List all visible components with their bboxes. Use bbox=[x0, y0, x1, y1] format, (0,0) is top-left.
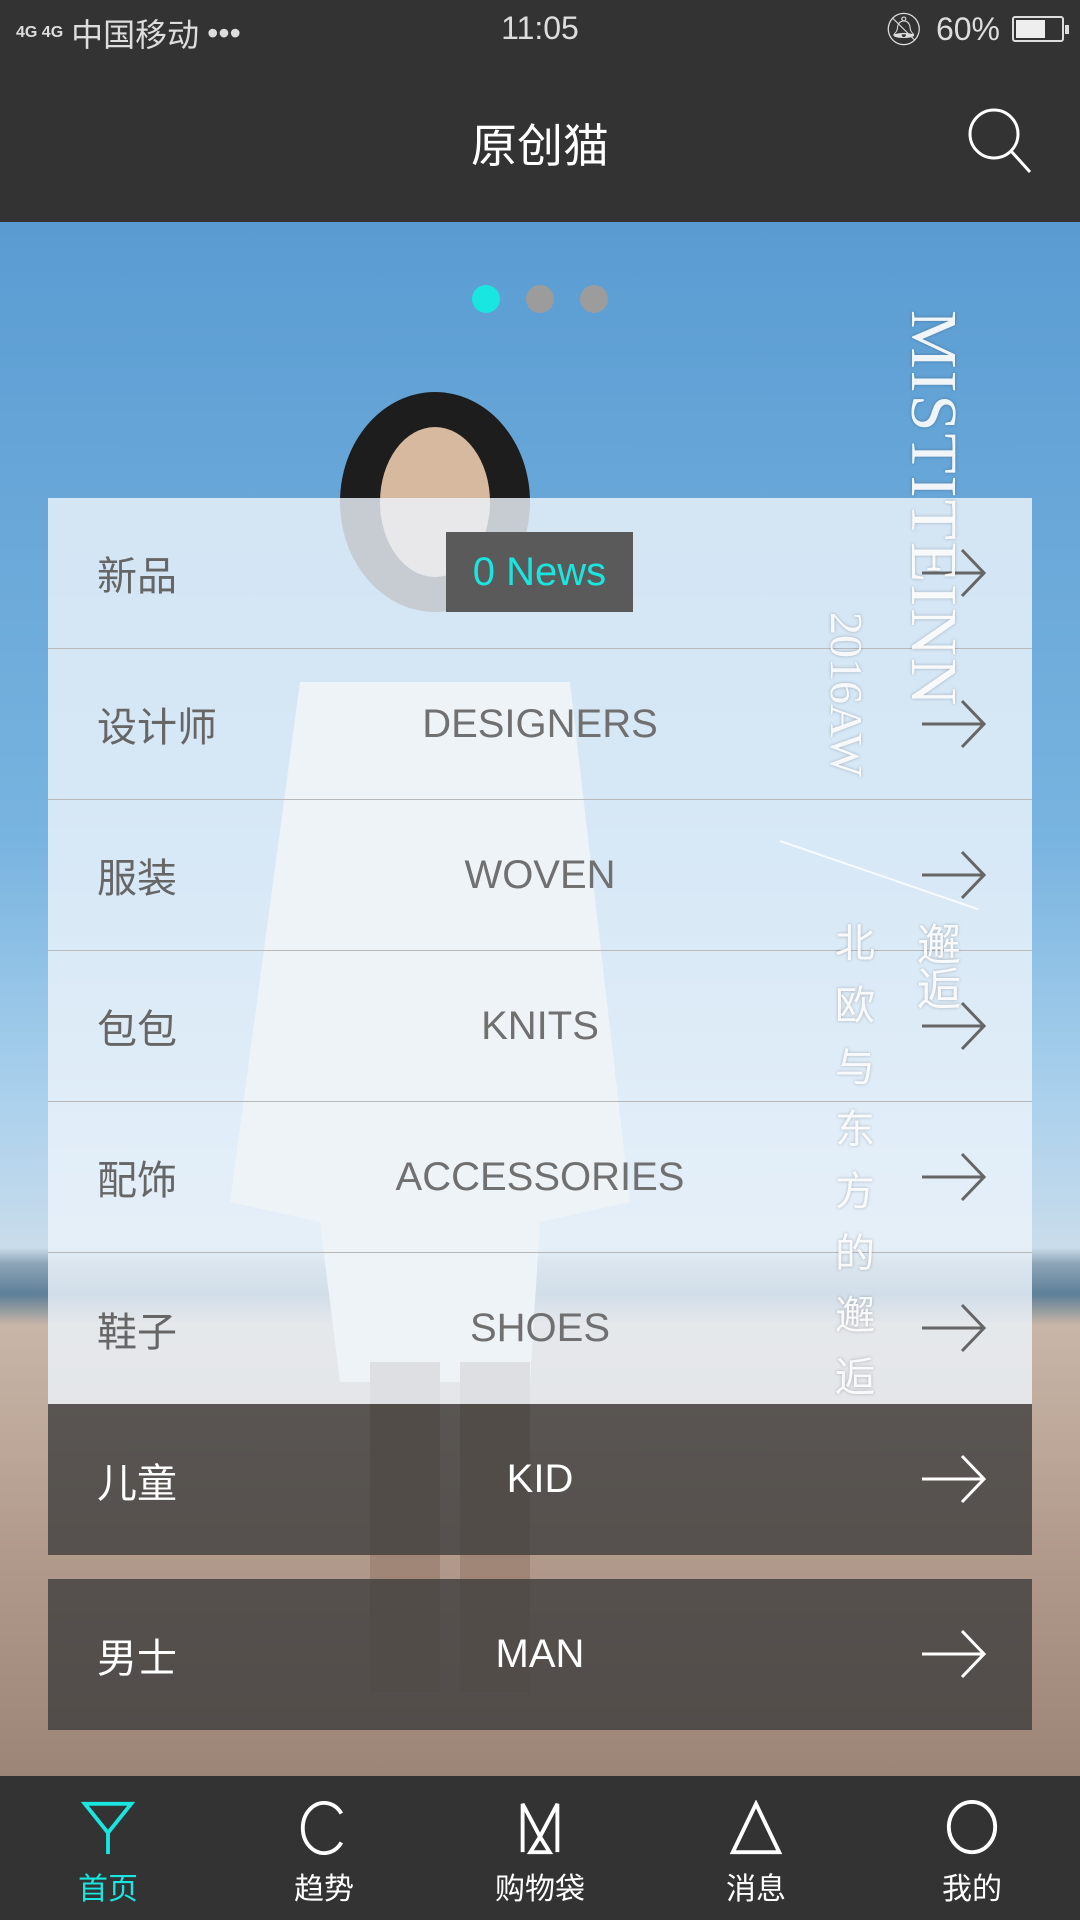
bell-muted-icon: 🔕︎ bbox=[883, 11, 924, 47]
arrow-right-icon bbox=[922, 699, 986, 749]
circle-icon bbox=[946, 1800, 998, 1855]
tab-2[interactable]: 购物袋 bbox=[432, 1776, 648, 1920]
menu-item-en: KID bbox=[506, 1457, 574, 1501]
menu-item-designers[interactable]: 设计师 DESIGNERS bbox=[48, 649, 1032, 800]
carousel-dot[interactable] bbox=[580, 285, 608, 313]
arrow-right-icon bbox=[922, 1001, 986, 1051]
carousel-dot[interactable] bbox=[526, 285, 554, 313]
tab-label: 我的 bbox=[942, 1873, 1002, 1906]
bottom-nav: 首页 趋势 购物袋 消息 我的 bbox=[0, 1776, 1080, 1920]
menu-item-accessories[interactable]: 配饰 ACCESSORIES bbox=[48, 1102, 1032, 1253]
battery-percent: 60% bbox=[935, 10, 1000, 47]
menu-item-en: ACCESSORIES bbox=[395, 1154, 685, 1199]
tab-1[interactable]: 趋势 bbox=[216, 1776, 432, 1920]
carousel-indicator bbox=[0, 285, 1080, 313]
battery-icon bbox=[1012, 16, 1069, 42]
y-icon bbox=[80, 1801, 136, 1855]
m-icon bbox=[520, 1802, 560, 1855]
tab-4[interactable]: 我的 bbox=[864, 1776, 1080, 1920]
arrow-right-icon bbox=[922, 1303, 986, 1353]
hero-banner[interactable]: 新品 0 News 设计师 DESIGNERS 服装 WOVEN 包包 KNITS 配饰 ACCE… bbox=[0, 222, 1080, 1776]
search-icon[interactable] bbox=[966, 106, 1036, 176]
arrow-right-icon bbox=[922, 1152, 986, 1202]
tab-label: 购物袋 bbox=[495, 1873, 585, 1906]
menu-item--news[interactable]: 新品 0 News bbox=[48, 498, 1032, 649]
c-icon bbox=[300, 1800, 344, 1856]
tab-label: 消息 bbox=[726, 1873, 786, 1906]
tab-0[interactable]: 首页 bbox=[0, 1776, 216, 1920]
page-title: 原创猫 bbox=[471, 120, 609, 172]
app-header: 原创猫 bbox=[0, 60, 1080, 222]
tab-label: 首页 bbox=[78, 1873, 138, 1906]
category-menu: 新品 0 News 设计师 DESIGNERS 服装 WOVEN 包包 KNITS 配饰 ACCE… bbox=[48, 498, 1032, 1730]
tab-3[interactable]: 消息 bbox=[648, 1776, 864, 1920]
arrow-right-icon bbox=[922, 1629, 986, 1679]
menu-item-zh: 新品 bbox=[97, 555, 177, 599]
triangle-icon bbox=[729, 1800, 783, 1855]
carousel-dot[interactable] bbox=[472, 285, 500, 313]
tab-label: 趋势 bbox=[294, 1873, 354, 1906]
news-badge: 0 News bbox=[446, 532, 633, 612]
menu-item-kid[interactable]: 儿童 KID bbox=[48, 1404, 1032, 1555]
arrow-right-icon bbox=[922, 1454, 986, 1504]
menu-item-en: SHOES bbox=[469, 1306, 611, 1350]
menu-item-man[interactable]: 男士 MAN bbox=[48, 1579, 1032, 1730]
status-bar: 4G 4G 中国移动 ••• 11:05 🔕︎ 60% bbox=[0, 0, 1080, 60]
menu-item-en: DESIGNERS bbox=[422, 701, 658, 746]
menu-item-en: MAN bbox=[495, 1632, 585, 1676]
arrow-right-icon bbox=[922, 548, 986, 598]
menu-item-en: KNITS bbox=[481, 1003, 599, 1048]
menu-item-knits[interactable]: 包包 KNITS bbox=[48, 951, 1032, 1102]
menu-item-shoes[interactable]: 鞋子 SHOES bbox=[48, 1253, 1032, 1404]
